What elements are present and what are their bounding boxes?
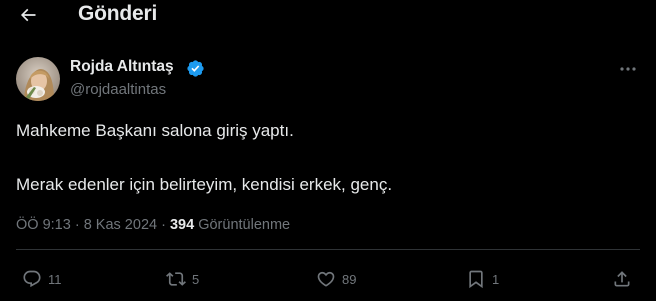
reply-button[interactable]: 11: [22, 268, 62, 290]
verified-badge-icon: [187, 60, 204, 77]
tweet-time[interactable]: ÖÖ 9:13: [16, 217, 71, 233]
views-count: 394: [169, 217, 195, 233]
tweet-text-line: Merak edenler için belirteyim, kendisi e…: [16, 175, 393, 194]
more-options-button[interactable]: [616, 60, 640, 78]
avatar[interactable]: [16, 57, 60, 101]
tweet-date[interactable]: 8 Kas 2024: [84, 217, 157, 233]
divider: [16, 249, 640, 250]
author-name[interactable]: Rojda Altıntaş: [70, 58, 174, 76]
bookmark-count: 1: [492, 271, 500, 287]
share-button[interactable]: [612, 268, 632, 290]
repost-icon: [166, 272, 186, 286]
avatar-image: [16, 57, 60, 101]
reply-count: 11: [48, 271, 62, 287]
like-count: 89: [342, 271, 357, 287]
arrow-left-icon: [20, 8, 36, 22]
more-horizontal-icon: [620, 67, 636, 71]
back-button[interactable]: [16, 3, 40, 27]
repost-count: 5: [192, 271, 200, 287]
author-handle[interactable]: @rojdaaltintas: [70, 81, 166, 98]
bookmark-icon: [469, 270, 483, 289]
like-button[interactable]: 89: [316, 268, 356, 290]
meta-separator: ·: [157, 217, 170, 233]
bookmark-button[interactable]: 1: [466, 268, 499, 290]
views-label: Görüntülenme: [198, 217, 291, 233]
tweet-text-line: Mahkeme Başkanı salona giriş yaptı.: [16, 121, 294, 140]
reply-icon: [23, 270, 41, 288]
share-icon: [614, 271, 630, 287]
meta-separator: ·: [70, 217, 84, 233]
tweet-detail-page: Gönderi Rojda Altıntaş @rojdaaltintas Ma…: [0, 0, 656, 301]
tweet-meta: ÖÖ 9:13 · 8 Kas 2024 · 394 Görüntülenme: [16, 217, 290, 233]
repost-button[interactable]: 5: [166, 268, 199, 290]
heart-icon: [317, 271, 335, 287]
page-header: Gönderi: [0, 0, 656, 32]
page-title: Gönderi: [78, 2, 158, 25]
